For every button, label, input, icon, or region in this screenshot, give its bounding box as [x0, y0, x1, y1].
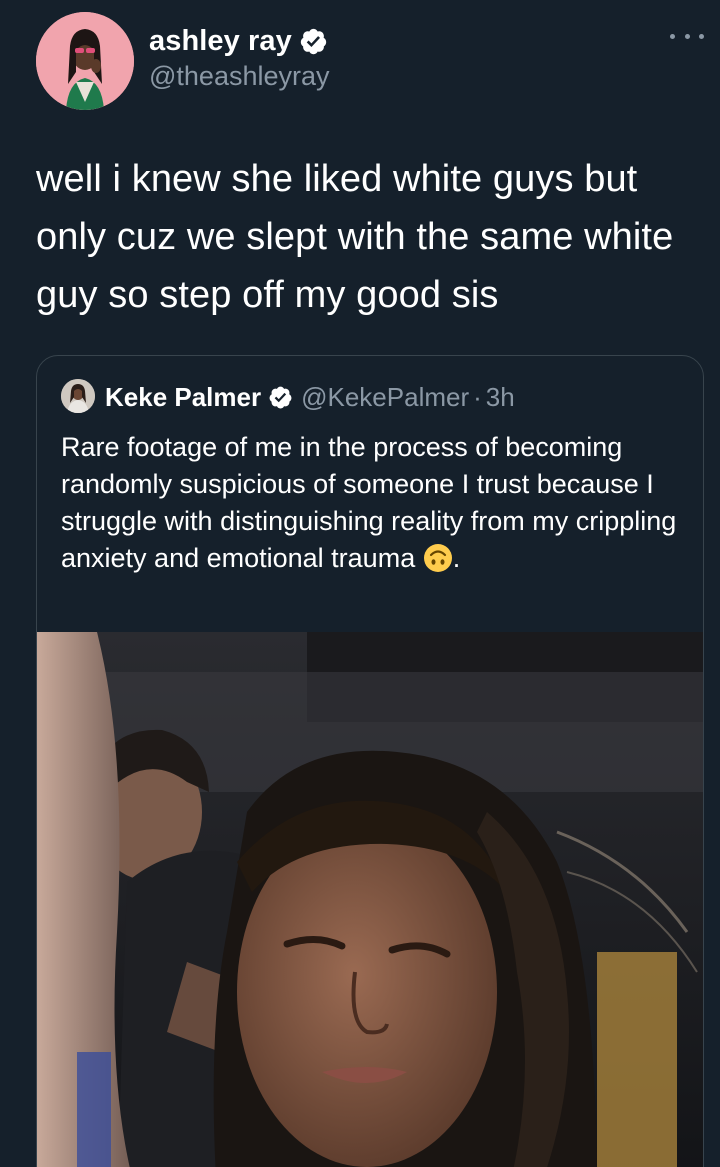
avatar-photo-icon [36, 12, 134, 110]
verified-badge-icon [299, 27, 328, 56]
quoted-display-name[interactable]: Keke Palmer [105, 382, 261, 413]
more-options-icon[interactable] [670, 26, 704, 46]
quoted-verified-badge-icon [268, 385, 293, 410]
tweet-text: well i knew she liked white guys but onl… [36, 158, 674, 316]
quoted-header: Keke Palmer @KekePalmer · 3h [105, 379, 515, 415]
quoted-tweet-text: Rare footage of me in the process of bec… [61, 429, 686, 577]
photo-selfie-icon [37, 632, 703, 1167]
quoted-separator: · [473, 381, 482, 412]
quoted-handle[interactable]: @KekePalmer [301, 382, 469, 413]
upside-down-face-emoji-icon [423, 543, 453, 573]
quoted-timestamp[interactable]: 3h [486, 382, 515, 413]
author-handle[interactable]: @theashleyray [149, 61, 330, 92]
tweet: ashley ray @theashleyray well i knew she… [0, 0, 720, 1167]
author-display-name[interactable]: ashley ray [149, 25, 292, 58]
author-name-row: ashley ray [149, 23, 328, 59]
quoted-author-avatar[interactable] [61, 379, 95, 413]
quoted-avatar-photo-icon [61, 379, 95, 413]
quoted-text-body: Rare footage of me in the process of bec… [61, 432, 677, 573]
quoted-tweet[interactable]: Keke Palmer @KekePalmer · 3h Rare footag… [36, 355, 704, 1167]
quoted-text-end: . [452, 543, 461, 573]
quoted-tweet-media[interactable] [37, 632, 703, 1167]
author-avatar[interactable] [36, 12, 134, 110]
